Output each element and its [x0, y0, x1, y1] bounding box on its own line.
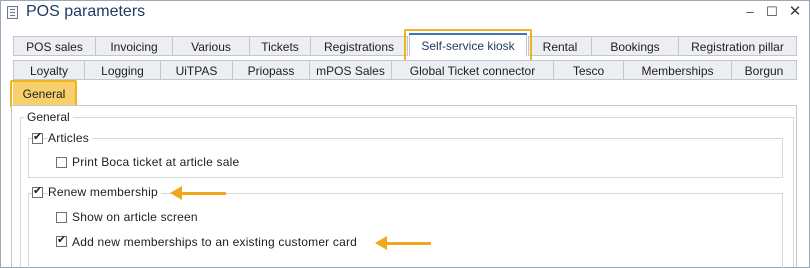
maximize-button[interactable]: ☐ — [761, 3, 783, 21]
tab-row-2: Loyalty Logging UiTPAS Priopass mPOS Sal… — [13, 60, 799, 81]
tab-global-ticket-connector[interactable]: Global Ticket connector — [391, 60, 554, 80]
tab-pos-sales[interactable]: POS sales — [13, 36, 96, 56]
self-service-kiosk-highlight — [404, 29, 532, 62]
tab-uitpas[interactable]: UiTPAS — [160, 60, 233, 80]
tab-registrations[interactable]: Registrations — [310, 36, 408, 56]
tab-tickets[interactable]: Tickets — [249, 36, 311, 56]
renew-membership-group — [28, 193, 783, 268]
tab-rental[interactable]: Rental — [528, 36, 592, 56]
add-new-memberships-checkbox[interactable] — [56, 233, 67, 247]
articles-checkbox[interactable] — [32, 130, 43, 144]
print-boca-label: Print Boca ticket at article sale — [72, 155, 240, 169]
tab-mpos-sales[interactable]: mPOS Sales — [309, 60, 392, 80]
tab-priopass[interactable]: Priopass — [232, 60, 310, 80]
show-on-article-screen-checkbox[interactable] — [56, 212, 67, 223]
pos-parameters-window: POS parameters – ☐ ✕ POS sales Invoicing… — [0, 0, 810, 268]
tab-bookings[interactable]: Bookings — [591, 36, 679, 56]
add-new-memberships-arrow — [375, 236, 431, 250]
document-icon — [7, 6, 18, 19]
print-boca-checkbox[interactable] — [56, 157, 67, 168]
minimize-button[interactable]: – — [739, 3, 761, 21]
add-new-memberships-label: Add new memberships to an existing custo… — [72, 235, 358, 249]
show-on-article-screen-label: Show on article screen — [72, 210, 198, 224]
tab-various[interactable]: Various — [172, 36, 250, 56]
renew-membership-label: Renew membership — [48, 185, 161, 199]
tab-logging[interactable]: Logging — [84, 60, 161, 80]
tab-borgun[interactable]: Borgun — [731, 60, 797, 80]
tab-registration-pillar[interactable]: Registration pillar — [678, 36, 797, 56]
tab-tesco[interactable]: Tesco — [553, 60, 624, 80]
tab-memberships[interactable]: Memberships — [623, 60, 732, 80]
articles-label: Articles — [48, 131, 92, 145]
general-group-legend: General — [24, 110, 73, 124]
renew-membership-checkbox[interactable] — [32, 184, 43, 198]
renew-membership-arrow — [170, 186, 226, 200]
title-bar: POS parameters – ☐ ✕ — [1, 1, 809, 25]
general-subtab-highlight — [10, 80, 77, 108]
tab-loyalty[interactable]: Loyalty — [13, 60, 85, 80]
window-title: POS parameters — [26, 3, 146, 20]
tab-invoicing[interactable]: Invoicing — [95, 36, 173, 56]
close-button[interactable]: ✕ — [784, 3, 806, 21]
general-panel: General Articles Print Boca ticket at ar… — [11, 105, 797, 268]
